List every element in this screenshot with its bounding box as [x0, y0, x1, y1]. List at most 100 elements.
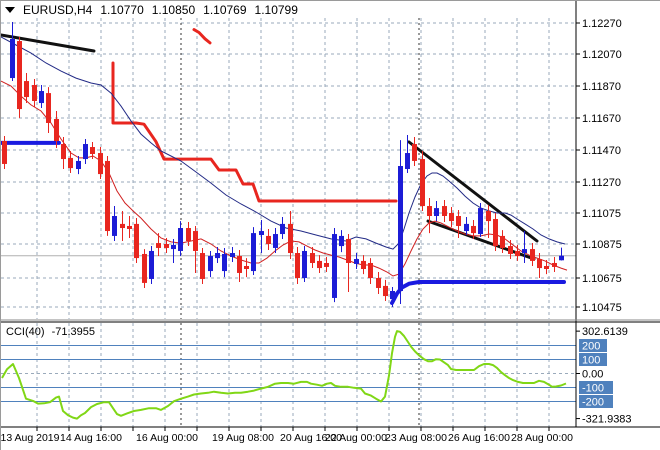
cci-indicator-label: CCI(40) -71.3955 — [6, 326, 95, 338]
candle-body — [288, 223, 293, 254]
candle-body — [127, 225, 132, 229]
cci-level-badge-label: -200 — [582, 397, 604, 409]
candle-body — [164, 244, 169, 248]
candle-body — [361, 260, 366, 270]
candle-body — [24, 81, 29, 98]
candle-body — [354, 259, 359, 264]
time-axis-label: 14 Aug 16:00 — [60, 432, 122, 444]
time-axis-label: 22 Aug 00:00 — [325, 432, 387, 444]
candle-body — [222, 253, 227, 272]
candle-body — [134, 223, 139, 259]
chart-canvas[interactable]: 1.12270 1.12070 1.11870 1.11670 1.11470 1.112… — [1, 1, 660, 450]
candle-body — [515, 250, 520, 257]
candle-body — [537, 259, 542, 269]
candle-body — [434, 208, 439, 217]
candle-body — [471, 225, 476, 234]
cci-level-badge-label: 100 — [582, 355, 600, 367]
candle-body — [339, 235, 344, 247]
price-axis-label: 1.11870 — [582, 81, 621, 93]
candle-body — [280, 223, 285, 235]
candle-body — [251, 233, 256, 272]
price-axis-label: 1.11075 — [582, 208, 621, 220]
candle-body — [244, 265, 249, 270]
chart-title-bar: EURUSD,H4 1.10770 1.10850 1.10769 1.1079… — [5, 3, 298, 17]
chart-dropdown-arrow-icon[interactable] — [5, 7, 15, 13]
candle-body — [142, 253, 147, 283]
candle-body — [171, 244, 176, 250]
candle-body — [530, 249, 535, 261]
candle-body — [10, 38, 15, 79]
candle-body — [552, 262, 557, 267]
candle-body — [76, 160, 81, 170]
candle-body — [544, 265, 549, 270]
candle-body — [61, 144, 66, 160]
candle-body — [83, 144, 88, 160]
candle-body — [456, 216, 461, 226]
candle-body — [390, 290, 395, 300]
candle-body — [405, 153, 410, 170]
candle-body — [200, 253, 205, 279]
candle-body — [464, 223, 469, 232]
candle-body — [2, 141, 7, 164]
time-axis-label: 26 Aug 16:00 — [448, 432, 510, 444]
candle-body — [54, 119, 59, 142]
candle-body — [193, 231, 198, 251]
candle-body — [522, 249, 527, 254]
candle-body — [215, 253, 220, 259]
candle-body — [46, 93, 51, 123]
price-axis-label: 1.11470 — [582, 145, 621, 157]
mt4-chart-window: 1.12270 1.12070 1.11870 1.11670 1.11470 1.112… — [0, 0, 660, 450]
candle-body — [186, 228, 191, 241]
candle-body — [149, 250, 154, 279]
candle-body — [508, 246, 513, 254]
cci-max-label: 302.6139 — [582, 326, 628, 338]
price-axis-label: 1.10475 — [582, 302, 622, 314]
candle-body — [493, 219, 498, 247]
candle-body — [90, 147, 95, 154]
candle-body — [32, 85, 37, 101]
candle-body — [442, 206, 447, 217]
candle-body — [273, 234, 278, 248]
candle-body — [317, 260, 322, 269]
candle-body — [368, 262, 373, 279]
candle-body — [120, 223, 125, 229]
candle-body — [259, 231, 264, 235]
candle-body — [324, 262, 329, 267]
price-axis-label: 1.10875 — [582, 239, 622, 251]
candle-body — [310, 253, 315, 263]
ohlc-close: 1.10799 — [254, 3, 298, 17]
candle-body — [39, 91, 44, 104]
time-axis-label: 28 Aug 00:00 — [511, 432, 573, 444]
price-axis-label: 1.11270 — [582, 177, 621, 189]
time-axis-label: 23 Aug 08:00 — [385, 432, 447, 444]
ohlc-high: 1.10850 — [151, 3, 196, 17]
cci-zero-label: 0.00 — [582, 369, 603, 381]
cci-indicator-name: CCI(40) — [6, 326, 45, 338]
candle-body — [449, 212, 454, 222]
candle-body — [398, 166, 403, 291]
cci-level-badge-label: -100 — [582, 383, 604, 395]
candle-body — [68, 157, 73, 169]
candle-body — [156, 243, 161, 248]
candle-body — [230, 253, 235, 257]
candle-body — [427, 206, 432, 217]
ohlc-low: 1.10769 — [203, 3, 247, 17]
candle-body — [486, 210, 491, 222]
price-axis-label: 1.10675 — [582, 273, 622, 285]
candle-body — [237, 256, 242, 273]
candle-body — [17, 41, 22, 110]
candle-body — [332, 234, 337, 298]
candle-body — [302, 250, 307, 279]
cci-level-badge-label: 200 — [582, 341, 600, 353]
price-axis-label: 1.12270 — [582, 18, 622, 30]
candle-body — [295, 253, 300, 279]
candle-body — [420, 159, 425, 207]
time-axis-label: 13 Aug 2019 — [1, 432, 60, 444]
candle-body — [208, 256, 213, 272]
chart-symbol-timeframe: EURUSD,H4 — [23, 3, 93, 17]
candle-body — [500, 235, 505, 248]
time-axis-label: 16 Aug 00:00 — [136, 432, 198, 444]
price-axis-label: 1.12070 — [582, 49, 622, 61]
price-axis-label: 1.11670 — [582, 113, 621, 125]
candle-body — [559, 255, 564, 261]
